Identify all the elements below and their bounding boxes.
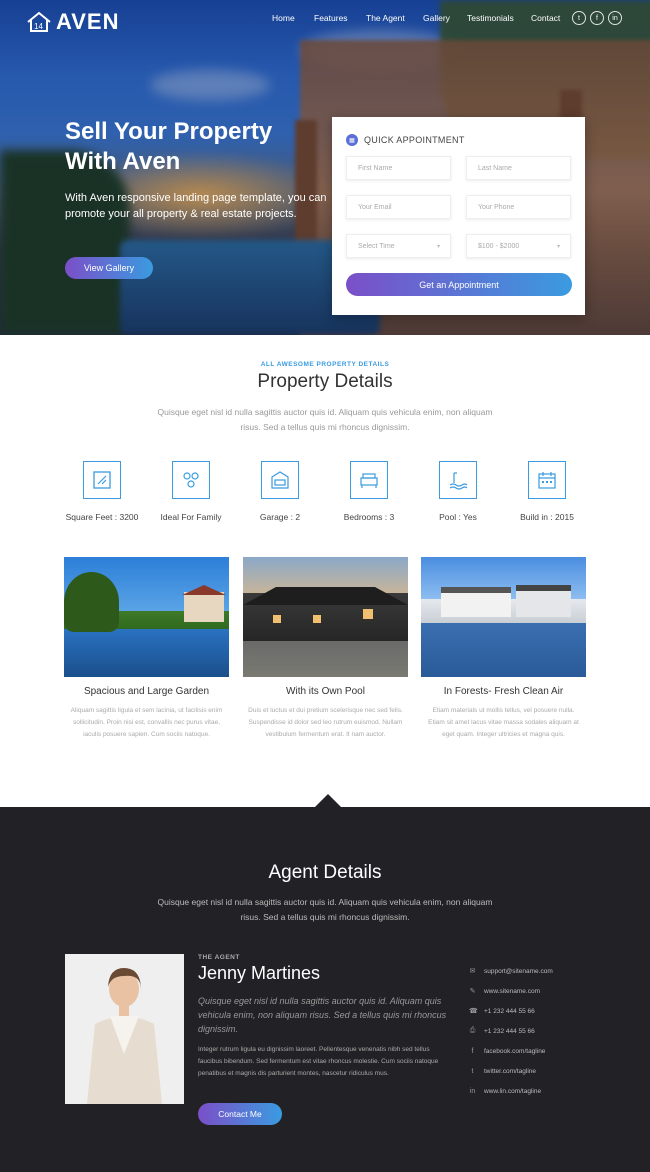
pool-icon [439, 461, 477, 499]
twitter-icon: t [471, 1067, 474, 1075]
property-title: Property Details [257, 371, 393, 392]
card-title: In Forests- Fresh Clean Air [443, 686, 564, 697]
contact-linkedin[interactable]: in www.lin.com/tagline [469, 1081, 553, 1101]
agent-name: Jenny Martines [198, 963, 321, 983]
chevron-down-icon: ▾ [556, 243, 560, 250]
appointment-form: ▦ QUICK APPOINTMENT First Name Last Name… [332, 117, 585, 315]
nav-the-agent[interactable]: The Agent [366, 13, 405, 23]
get-appointment-button[interactable]: Get an Appointment [346, 273, 572, 296]
garden-image [64, 557, 229, 677]
time-select[interactable]: Select Time ▾ [346, 234, 451, 258]
agent-kicker: THE AGENT [198, 954, 240, 961]
section-divider [315, 794, 341, 807]
agent-desc: Quisque eget nisl id nulla sagittis auct… [157, 897, 493, 922]
nav-home[interactable]: Home [272, 13, 295, 23]
twitter-icon[interactable]: t [572, 11, 586, 25]
linkedin-icon: in [469, 1087, 476, 1095]
agent-photo: ▶ [65, 954, 184, 1104]
contact-email[interactable]: ✉ support@sitename.com [469, 961, 553, 981]
lake-house-image [421, 557, 586, 677]
agent-quote: Quisque eget nisl id nulla sagittis auct… [198, 996, 447, 1034]
area-measure-icon [83, 461, 121, 499]
last-name-field[interactable]: Last Name [466, 156, 571, 180]
nav-gallery[interactable]: Gallery [423, 13, 450, 23]
social-links: t f in [572, 11, 622, 25]
feature-pool: Pool : Yes [417, 461, 499, 522]
brand-name: AVEN [56, 9, 120, 34]
card-text: Etiam materials ut mollis tellus, vel po… [428, 707, 579, 738]
hero-section: 14 AVEN Home Features The Agent Gallery … [0, 0, 650, 335]
feature-family: Ideal For Family [150, 461, 232, 522]
property-card[interactable]: In Forests- Fresh Clean Air Etiam materi… [421, 557, 586, 741]
pool-house-image [243, 557, 408, 677]
agent-contacts: ✉ support@sitename.com ✎ www.sitename.com … [469, 961, 553, 1101]
hero-text: With Aven responsive landing page templa… [65, 192, 327, 220]
contact-me-button[interactable]: Contact Me [198, 1103, 282, 1125]
card-title: With its Own Pool [286, 686, 365, 697]
budget-select[interactable]: $100 - $2000 ▾ [466, 234, 571, 258]
svg-text:14: 14 [34, 22, 43, 31]
feature-garage: Garage : 2 [239, 461, 321, 522]
email-field[interactable]: Your Email [346, 195, 451, 219]
hero-title: Sell Your Property With Aven [65, 118, 273, 175]
facebook-icon[interactable]: f [590, 11, 604, 25]
facebook-icon: f [471, 1047, 474, 1055]
fax-icon: ⎙ [469, 1027, 476, 1034]
phone-icon: ☎ [469, 1008, 478, 1015]
mail-icon: ✉ [469, 968, 476, 975]
calendar-icon: ▦ [346, 134, 358, 146]
card-title: Spacious and Large Garden [83, 686, 210, 697]
view-gallery-button[interactable]: View Gallery [65, 257, 153, 279]
property-card[interactable]: With its Own Pool Duis et luctus et dui … [243, 557, 408, 741]
link-icon: ✎ [469, 988, 476, 995]
feature-bedrooms: Bedrooms : 3 [328, 461, 410, 522]
nav-testimonials[interactable]: Testimonials [467, 13, 514, 23]
page: 14 AVEN Home Features The Agent Gallery … [0, 0, 650, 1172]
linkedin-icon[interactable]: in [608, 11, 622, 25]
property-desc: Quisque eget nisl id nulla sagittis auct… [157, 407, 493, 432]
brand-logo[interactable]: 14 AVEN [26, 9, 120, 35]
garage-icon [261, 461, 299, 499]
property-card[interactable]: Spacious and Large Garden Aliquam sagitt… [64, 557, 229, 741]
contact-website[interactable]: ✎ www.sitename.com [469, 981, 553, 1001]
contact-facebook[interactable]: f facebook.com/tagline [469, 1041, 553, 1061]
first-name-field[interactable]: First Name [346, 156, 451, 180]
agent-title: Agent Details [268, 862, 382, 883]
appointment-header: ▦ QUICK APPOINTMENT [346, 134, 465, 146]
calendar-icon [528, 461, 566, 499]
feature-square-feet: Square Feet : 3200 [61, 461, 143, 522]
appointment-title: QUICK APPOINTMENT [364, 135, 465, 145]
property-kicker: ALL AWESOME PROPERTY DETAILS [260, 361, 390, 368]
card-text: Duis et luctus et dui pretium scelerisqu… [248, 707, 403, 738]
family-icon [172, 461, 210, 499]
contact-twitter[interactable]: t twitter.com/tagline [469, 1061, 553, 1081]
chevron-down-icon: ▾ [436, 243, 440, 250]
bed-icon [350, 461, 388, 499]
agent-section: Agent Details Quisque eget nisl id nulla… [0, 807, 650, 1172]
nav-contact[interactable]: Contact [531, 13, 560, 23]
card-text: Aliquam sagittis ligula et sem lacinia, … [70, 707, 223, 738]
nav-features[interactable]: Features [314, 13, 348, 23]
contact-fax: ⎙ +1 232 444 55 66 [469, 1027, 535, 1035]
contact-phone[interactable]: ☎ +1 232 444 55 66 [469, 1001, 553, 1021]
phone-field[interactable]: Your Phone [466, 195, 571, 219]
house-logo-icon: 14 [27, 11, 51, 32]
feature-build-year: Build in : 2015 [506, 461, 588, 522]
agent-bio: Integer rutrum ligula eu dignissim laore… [198, 1046, 439, 1077]
